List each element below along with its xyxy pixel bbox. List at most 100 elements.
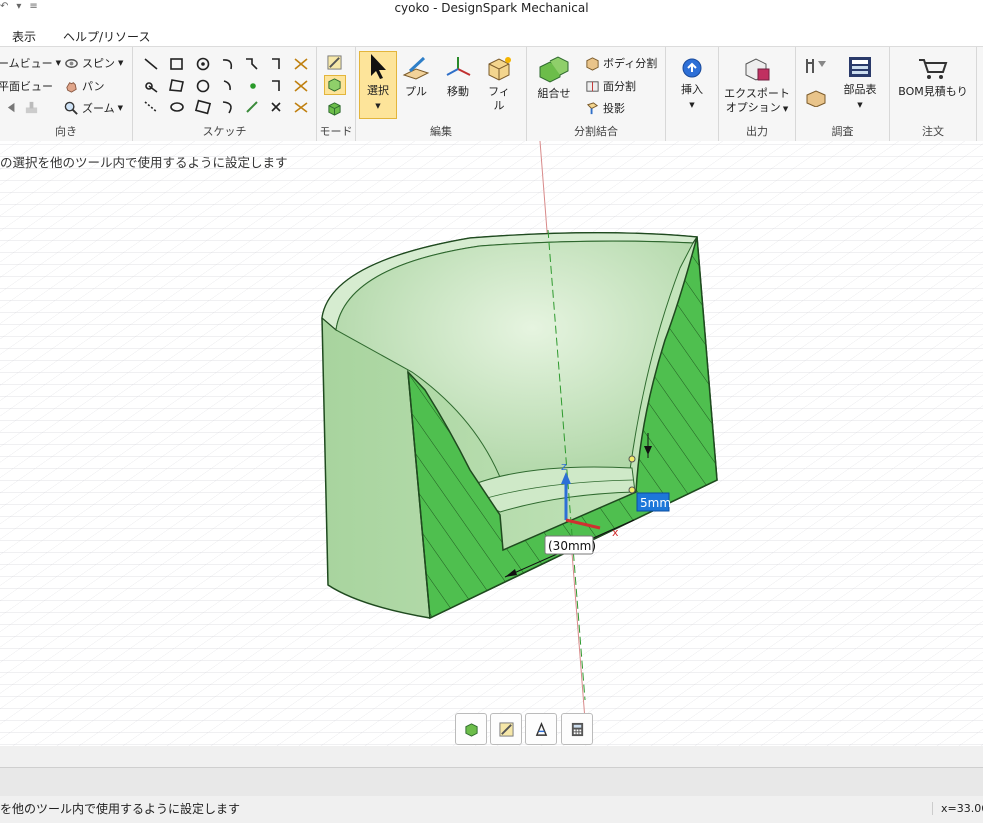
group-inspect: 部品表 ▼ 調査 xyxy=(796,47,890,141)
plane-view-label: 平面ビュー xyxy=(0,80,53,93)
sketch-mode-icon[interactable] xyxy=(327,55,342,70)
arrow-left-icon xyxy=(7,102,15,113)
mini-toolbar-calculator-button[interactable] xyxy=(561,713,593,745)
magnifier-icon xyxy=(64,101,78,115)
spin-button[interactable]: スピン ▼ xyxy=(64,55,123,71)
group-label-order: 注文 xyxy=(922,125,944,138)
design-viewport[interactable]: z x 5mm (30mm) xyxy=(0,141,983,746)
parts-list-icon xyxy=(849,57,871,77)
group-mode: モード xyxy=(317,47,356,141)
spin-icon xyxy=(65,58,78,68)
move-label: 移動 xyxy=(447,85,469,98)
sketch-pencil-icon xyxy=(498,721,514,737)
group-output: エクスポート オプション ▼ 出力 xyxy=(719,47,796,141)
fill-tool-button[interactable]: フィル xyxy=(483,55,515,113)
mini-toolbar-3d-button[interactable] xyxy=(455,713,487,745)
title-bar: ↶ ▾ ≡ cyoko - DesignSpark Mechanical xyxy=(0,0,983,22)
cursor-arrow-icon xyxy=(371,54,386,79)
annotation-icon xyxy=(535,721,547,736)
group-label-orient: 向き xyxy=(55,125,77,138)
bom-label: 部品表 xyxy=(843,83,877,96)
export-options-button[interactable]: エクスポート オプション ▼ xyxy=(723,55,791,116)
offset-dimension-value: 5mm xyxy=(640,496,671,510)
model-canvas[interactable]: z x 5mm (30mm) xyxy=(0,141,983,746)
pan-button[interactable]: パン xyxy=(64,78,105,94)
fill-box-icon xyxy=(488,57,511,81)
chevron-down-icon: ▼ xyxy=(118,59,124,67)
plane-view-button[interactable]: 平面ビュー xyxy=(0,78,53,94)
chevron-down-icon: ▼ xyxy=(55,59,62,67)
zoom-button[interactable]: ズーム ▼ xyxy=(64,100,123,116)
split-face-label: 面分割 xyxy=(603,80,636,93)
snap-point[interactable] xyxy=(628,455,636,463)
select-label: 選択 xyxy=(367,84,389,97)
combine-boxes-icon xyxy=(539,56,569,83)
insert-label: 挿入 xyxy=(681,83,703,96)
menu-display[interactable]: 表示 xyxy=(12,28,36,45)
stamp-icon xyxy=(25,101,38,114)
export-label-line1: エクスポート xyxy=(724,87,790,100)
group-combine: 組合せ ボディ分割 面分割 投影 分割結合 xyxy=(527,47,666,141)
export-box-icon xyxy=(745,58,770,81)
group-edit: 選択 ▼ プル 移動 フィル 編集 xyxy=(356,47,527,141)
radius-dimension-value: (30mm) xyxy=(548,539,596,553)
group-label-output: 出力 xyxy=(746,125,768,138)
group-sketch: スケッチ xyxy=(133,47,317,141)
split-face-button[interactable]: 面分割 xyxy=(585,78,636,94)
chevron-down-icon: ▼ xyxy=(375,102,381,110)
document-tab-strip[interactable] xyxy=(0,767,983,797)
snap-point[interactable] xyxy=(628,486,636,494)
spin-label: スピン xyxy=(82,57,115,70)
project-icon xyxy=(586,101,599,114)
chevron-down-icon: ▼ xyxy=(780,105,789,113)
hand-icon xyxy=(66,81,77,93)
group-insert: 挿入 ▼ xyxy=(666,47,719,141)
insert-button[interactable]: 挿入 ▼ xyxy=(674,57,710,112)
group-label-sketch: スケッチ xyxy=(202,125,247,138)
move-tool-button[interactable]: 移動 xyxy=(440,55,476,99)
3d-mode-icon[interactable] xyxy=(327,101,342,116)
fill-label: フィル xyxy=(488,85,510,112)
mass-icon[interactable] xyxy=(804,87,828,107)
export-label-line2: オプション xyxy=(725,101,781,114)
cursor-coordinate: x=33.067 xyxy=(932,802,983,815)
bom-quote-button[interactable]: BOM見積もり xyxy=(892,57,974,99)
pan-label: パン xyxy=(82,80,105,93)
split-body-button[interactable]: ボディ分割 xyxy=(585,55,657,71)
tool-hint: の選択を他のツール内で使用するように設定します xyxy=(0,155,288,170)
group-label-inspect: 調査 xyxy=(831,125,854,138)
split-body-label: ボディ分割 xyxy=(603,57,658,70)
section-mode-button[interactable] xyxy=(324,75,346,95)
group-label-edit: 編集 xyxy=(430,125,452,138)
select-tool-button[interactable]: 選択 ▼ xyxy=(359,51,397,119)
project-label: 投影 xyxy=(603,102,625,115)
sketch-tools[interactable] xyxy=(139,55,311,117)
home-view-button[interactable]: ームビュー ▼ xyxy=(0,55,61,71)
view-extra-button[interactable] xyxy=(6,100,39,115)
combine-label: 組合せ xyxy=(537,87,571,100)
mini-toolbar-sketch-button[interactable] xyxy=(490,713,522,745)
status-bar: を他のツール内で使用するように設定します x=33.067 xyxy=(0,796,983,823)
measure-icon[interactable] xyxy=(804,57,828,77)
shopping-cart-icon xyxy=(919,59,948,79)
bom-quote-label: BOM見積もり xyxy=(898,85,968,98)
combine-button[interactable]: 組合せ xyxy=(533,55,575,101)
home-view-label: ームビュー xyxy=(0,57,53,70)
mini-toolbar-annotation-button[interactable] xyxy=(525,713,557,745)
section-mode-icon xyxy=(328,78,341,92)
chevron-down-icon: ▼ xyxy=(857,101,863,109)
pull-tool-button[interactable]: プル xyxy=(400,55,432,99)
bom-button[interactable]: 部品表 ▼ xyxy=(838,55,882,112)
group-label-combine: 分割結合 xyxy=(574,125,618,138)
green-cube-icon xyxy=(464,722,478,737)
group-label-mode: モード xyxy=(319,125,353,138)
calculator-icon xyxy=(571,722,583,736)
menu-help-resources[interactable]: ヘルプ/リソース xyxy=(63,28,150,45)
chevron-down-icon: ▼ xyxy=(689,101,695,109)
project-button[interactable]: 投影 xyxy=(585,100,625,116)
window-title: cyoko - DesignSpark Mechanical xyxy=(394,1,589,15)
menu-bar: 表示 ヘルプ/リソース xyxy=(0,24,983,46)
move-axes-icon xyxy=(446,57,471,76)
insert-circle-icon xyxy=(682,58,702,78)
pull-icon xyxy=(402,56,430,80)
